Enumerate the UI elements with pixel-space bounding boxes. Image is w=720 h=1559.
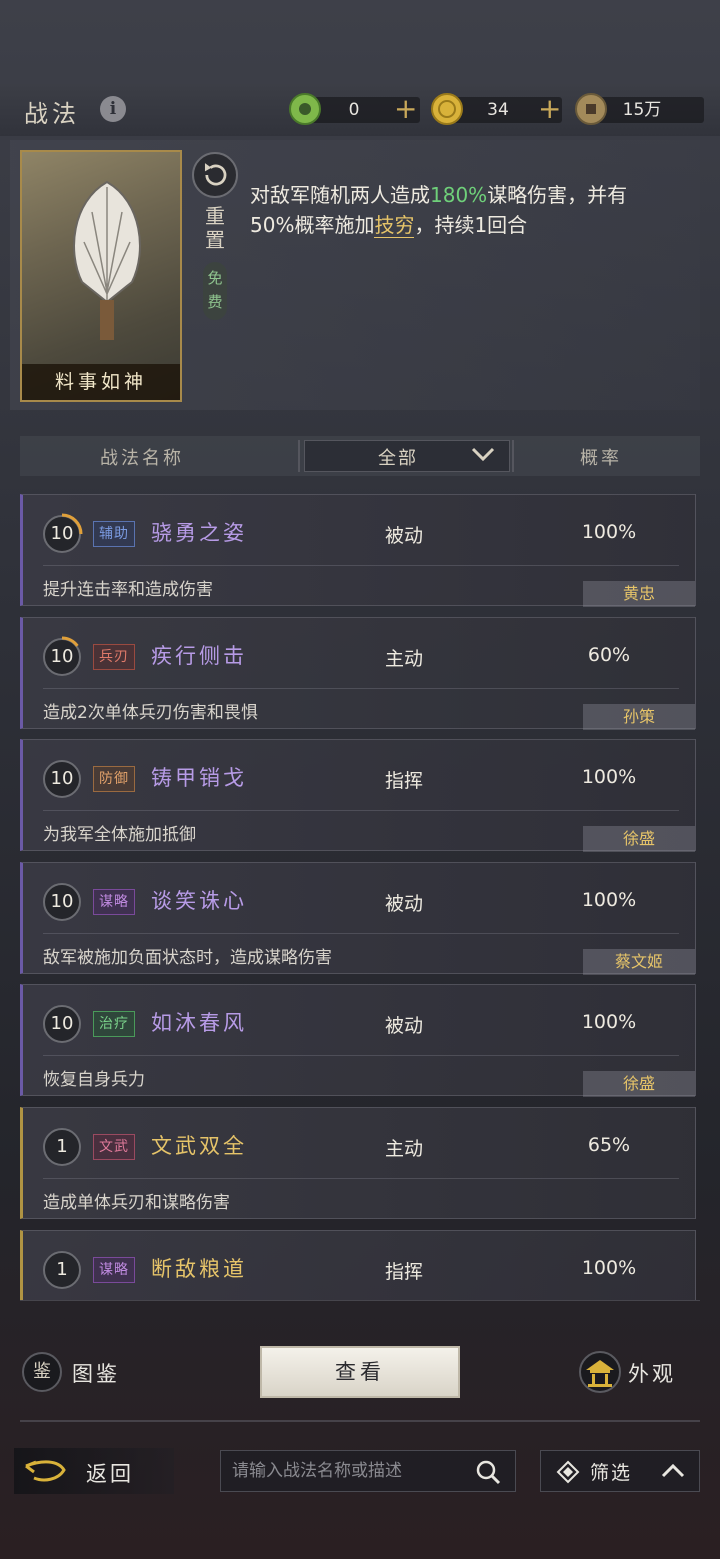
skill-category-tag: 谋略	[93, 888, 135, 915]
atlas-button[interactable]: 图鉴	[72, 1358, 120, 1388]
row-divider	[43, 1178, 679, 1179]
skill-probability: 100%	[581, 1011, 637, 1034]
row-divider	[43, 1055, 679, 1057]
skill-type: 主动	[385, 1138, 424, 1160]
skill-probability: 100%	[581, 1256, 637, 1279]
page-title: 战法	[24, 100, 80, 128]
skill-category-tag: 治疗	[93, 1011, 135, 1038]
skill-type: 指挥	[385, 1260, 424, 1283]
currency-gold-value: 34	[487, 100, 509, 120]
skill-probability: 100%	[581, 888, 637, 911]
skill-summary: 敌军被施加负面状态时，造成谋略伤害	[43, 947, 332, 968]
skill-summary: 为我军全体施加抵御	[43, 825, 196, 846]
atlas-icon[interactable]: 鉴	[22, 1352, 62, 1392]
hero-tag[interactable]: 蔡文姬	[583, 948, 695, 975]
header-divider	[298, 440, 300, 472]
skill-type: 被动	[385, 525, 424, 547]
jade-coin-icon	[289, 93, 321, 125]
search-input[interactable]	[232, 1452, 472, 1490]
skill-summary: 造成单体兵刃和谋略伤害	[43, 1193, 230, 1213]
skill-category-tag: 防御	[93, 766, 135, 793]
skill-row[interactable]: 10 辅助 骁勇之姿 被动 100% 提升连击率和造成伤害 黄忠	[20, 494, 696, 607]
column-name: 战法名称	[100, 448, 184, 469]
add-gold-button[interactable]: +	[538, 94, 561, 124]
add-jade-button[interactable]: +	[394, 94, 417, 124]
currency-copper-value: 15万	[622, 100, 662, 120]
skill-name: 如沐春风	[151, 1011, 247, 1036]
row-divider	[43, 932, 679, 934]
skill-category-tag: 文武	[93, 1134, 135, 1160]
skill-category-tag: 谋略	[93, 1256, 135, 1283]
skill-probability: 65%	[587, 1134, 631, 1156]
gold-coin-icon	[431, 93, 463, 125]
level-badge: 1	[43, 1128, 81, 1166]
skill-type: 被动	[385, 1015, 424, 1038]
skill-summary: 造成2次单体兵刃伤害和畏惧	[43, 702, 258, 723]
copper-coin-icon	[575, 93, 607, 125]
filter-icon	[556, 1460, 580, 1484]
skill-name: 文武双全	[151, 1134, 247, 1158]
skill-type: 指挥	[385, 770, 424, 793]
skill-type: 主动	[385, 647, 424, 670]
level-badge: 10	[43, 1005, 81, 1044]
header-divider	[512, 440, 514, 472]
footer-divider	[20, 1420, 700, 1422]
skill-probability: 100%	[581, 766, 637, 789]
skill-name: 断敌粮道	[151, 1256, 247, 1281]
skill-row[interactable]: 10 兵刃 疾行侧击 主动 60% 造成2次单体兵刃伤害和畏惧 孙策	[20, 616, 696, 730]
level-badge: 10	[43, 882, 81, 921]
skill-probability: 100%	[581, 521, 637, 543]
column-probability: 概率	[580, 448, 622, 469]
skill-summary: 提升连击率和造成伤害	[43, 580, 213, 600]
skill-name: 谈笑诛心	[151, 888, 247, 913]
skill-name: 疾行侧击	[151, 643, 247, 668]
currency-jade-value: 0	[348, 100, 360, 120]
skill-name: 铸甲销戈	[151, 766, 247, 791]
level-progress-ring	[41, 636, 83, 678]
hero-tag[interactable]: 徐盛	[583, 826, 695, 853]
skill-description: 对敌军随机两人造成180%谋略伤害，并有50%概率施加技穷，持续1回合	[250, 183, 628, 238]
row-divider	[43, 565, 679, 566]
back-arrow-icon	[25, 1460, 66, 1482]
skill-card[interactable]: 料事如神	[20, 150, 182, 402]
level-badge: 1	[43, 1250, 81, 1289]
hero-tag[interactable]: 黄忠	[583, 581, 695, 607]
skill-probability: 60%	[587, 643, 631, 666]
skill-row[interactable]: 10 谋略 谈笑诛心 被动 100% 敌军被施加负面状态时，造成谋略伤害 蔡文姬	[20, 861, 696, 975]
skill-type: 被动	[385, 892, 424, 915]
reset-label[interactable]: 重置	[200, 204, 230, 252]
back-label[interactable]: 返回	[86, 1458, 134, 1488]
skill-name: 骁勇之姿	[151, 521, 247, 545]
list-bottom-divider	[20, 1300, 700, 1301]
row-divider	[43, 687, 679, 689]
level-progress-ring	[41, 513, 83, 555]
skill-category-tag: 辅助	[93, 521, 135, 547]
type-filter-value: 全部	[378, 448, 418, 469]
skill-summary: 恢复自身兵力	[43, 1070, 145, 1091]
chevron-up-icon[interactable]	[660, 1460, 686, 1482]
chevron-down-icon	[471, 447, 495, 462]
free-badge: 免费	[203, 262, 227, 320]
feather-fan-icon	[73, 180, 141, 340]
appearance-button[interactable]: 外观	[628, 1358, 676, 1388]
skill-category-tag: 兵刃	[93, 643, 135, 670]
info-icon[interactable]: i	[100, 96, 126, 122]
view-button[interactable]: 查看	[260, 1346, 460, 1398]
search-icon[interactable]	[474, 1458, 502, 1486]
card-name: 料事如神	[22, 364, 180, 400]
hero-tag[interactable]: 徐盛	[583, 1071, 695, 1098]
skill-row[interactable]: 1 文武 文武双全 主动 65% 造成单体兵刃和谋略伤害	[20, 1107, 696, 1219]
hero-tag[interactable]: 孙策	[583, 703, 695, 730]
skill-row[interactable]: 10 治疗 如沐春风 被动 100% 恢复自身兵力 徐盛	[20, 984, 696, 1098]
skill-row[interactable]: 1 谋略 断敌粮道 指挥 100%	[20, 1229, 696, 1300]
row-divider	[43, 810, 679, 812]
level-badge: 10	[43, 760, 81, 799]
reset-icon[interactable]	[192, 152, 238, 198]
pavilion-icon[interactable]	[578, 1350, 622, 1394]
status-link[interactable]: 技穷	[374, 213, 415, 238]
skill-row[interactable]: 10 防御 铸甲销戈 指挥 100% 为我军全体施加抵御 徐盛	[20, 739, 696, 853]
filter-label: 筛选	[590, 1462, 633, 1484]
skill-list[interactable]: 10 辅助 骁勇之姿 被动 100% 提升连击率和造成伤害 黄忠 10 兵刃 疾行侧击 主动 60% 造…	[20, 490, 700, 1300]
